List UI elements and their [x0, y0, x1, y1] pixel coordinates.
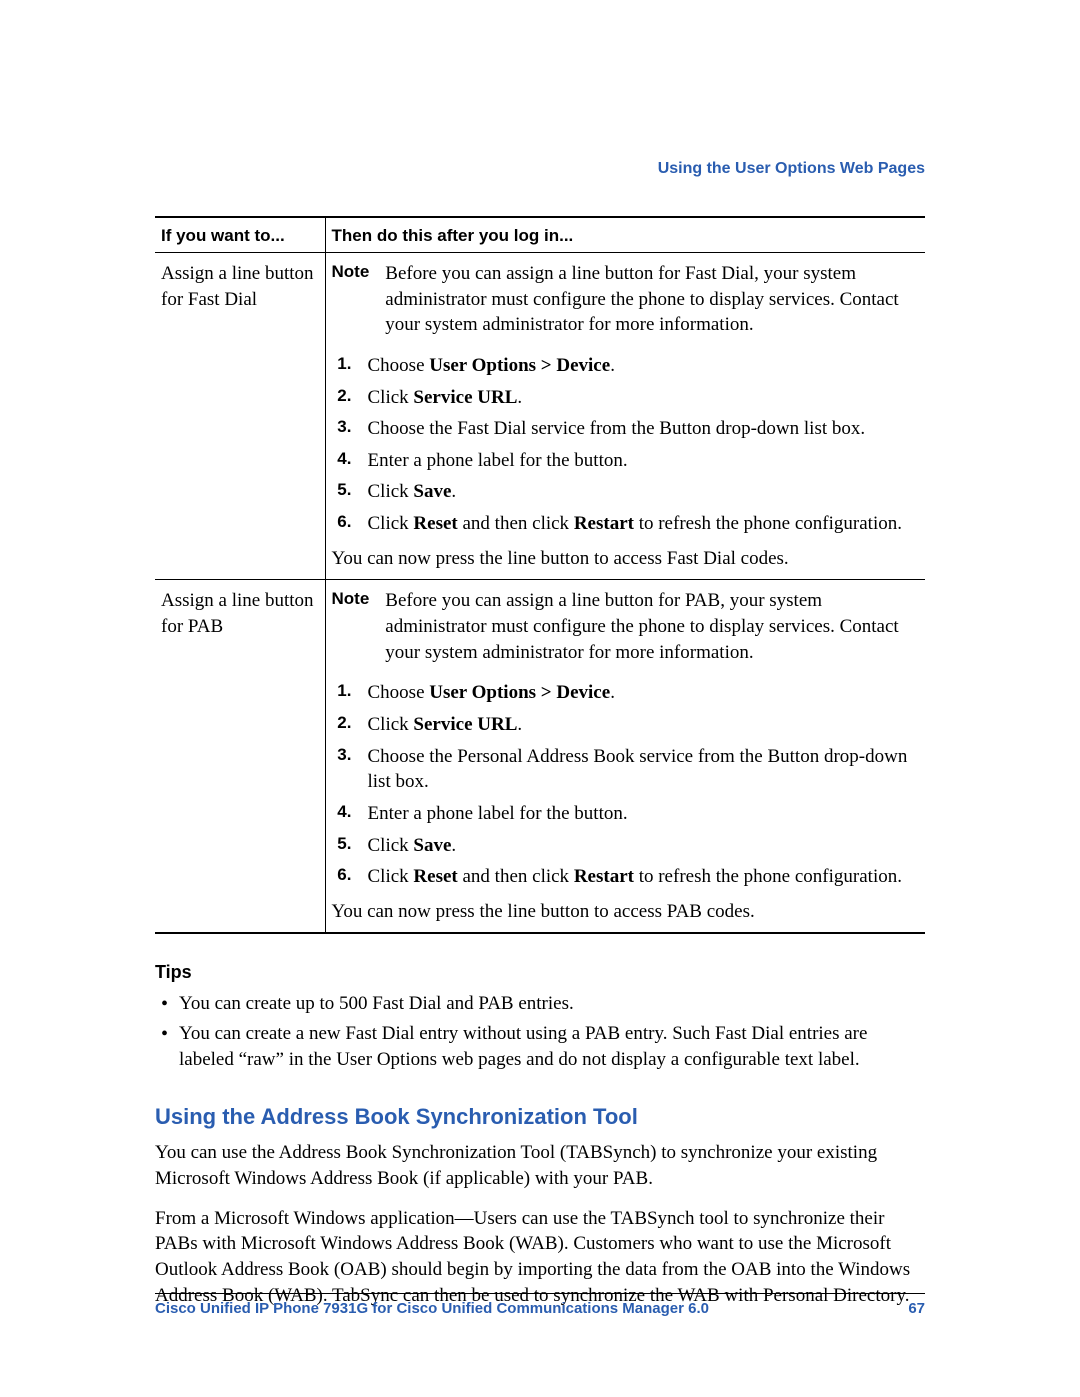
section-paragraph: You can use the Address Book Synchroniza… [155, 1140, 925, 1191]
note-label: Note [332, 588, 370, 665]
step-item: Click Reset and then click Restart to re… [332, 861, 920, 893]
table-task-cell: Assign a line button for Fast Dial [155, 253, 325, 580]
tip-item: You can create a new Fast Dial entry wit… [179, 1019, 925, 1074]
page-footer: Cisco Unified IP Phone 7931G for Cisco U… [155, 1293, 925, 1317]
step-item: Click Service URL. [332, 709, 920, 741]
tip-item: You can create up to 500 Fast Dial and P… [179, 989, 925, 1019]
step-item: Click Save. [332, 830, 920, 862]
after-steps-text: You can now press the line button to acc… [332, 899, 920, 925]
steps-list: Choose User Options > Device.Click Servi… [332, 677, 920, 892]
footer-title: Cisco Unified IP Phone 7931G for Cisco U… [155, 1300, 709, 1317]
step-item: Click Service URL. [332, 382, 920, 414]
step-item: Enter a phone label for the button. [332, 798, 920, 830]
step-item: Choose the Personal Address Book service… [332, 741, 920, 798]
table-action-cell: Note Before you can assign a line button … [325, 580, 925, 934]
table-header-task: If you want to... [155, 217, 325, 253]
step-item: Click Reset and then click Restart to re… [332, 508, 920, 540]
step-item: Click Save. [332, 476, 920, 508]
section-heading: Using the Address Book Synchronization T… [155, 1104, 925, 1130]
note-text: Before you can assign a line button for … [385, 588, 919, 665]
tips-list: You can create up to 500 Fast Dial and P… [155, 989, 925, 1074]
table-action-cell: Note Before you can assign a line button … [325, 253, 925, 580]
step-item: Choose User Options > Device. [332, 350, 920, 382]
footer-page-number: 67 [908, 1300, 925, 1317]
table-header-action: Then do this after you log in... [325, 217, 925, 253]
note-text: Before you can assign a line button for … [385, 261, 919, 338]
document-page: Using the User Options Web Pages If you … [0, 0, 1080, 1308]
after-steps-text: You can now press the line button to acc… [332, 546, 920, 572]
header-section-link: Using the User Options Web Pages [155, 160, 925, 178]
note-label: Note [332, 261, 370, 338]
tips-heading: Tips [155, 962, 925, 983]
step-item: Choose the Fast Dial service from the Bu… [332, 413, 920, 445]
steps-list: Choose User Options > Device.Click Servi… [332, 350, 920, 540]
table-task-cell: Assign a line button for PAB [155, 580, 325, 934]
step-item: Enter a phone label for the button. [332, 445, 920, 477]
step-item: Choose User Options > Device. [332, 677, 920, 709]
instructions-table: If you want to... Then do this after you… [155, 216, 925, 934]
